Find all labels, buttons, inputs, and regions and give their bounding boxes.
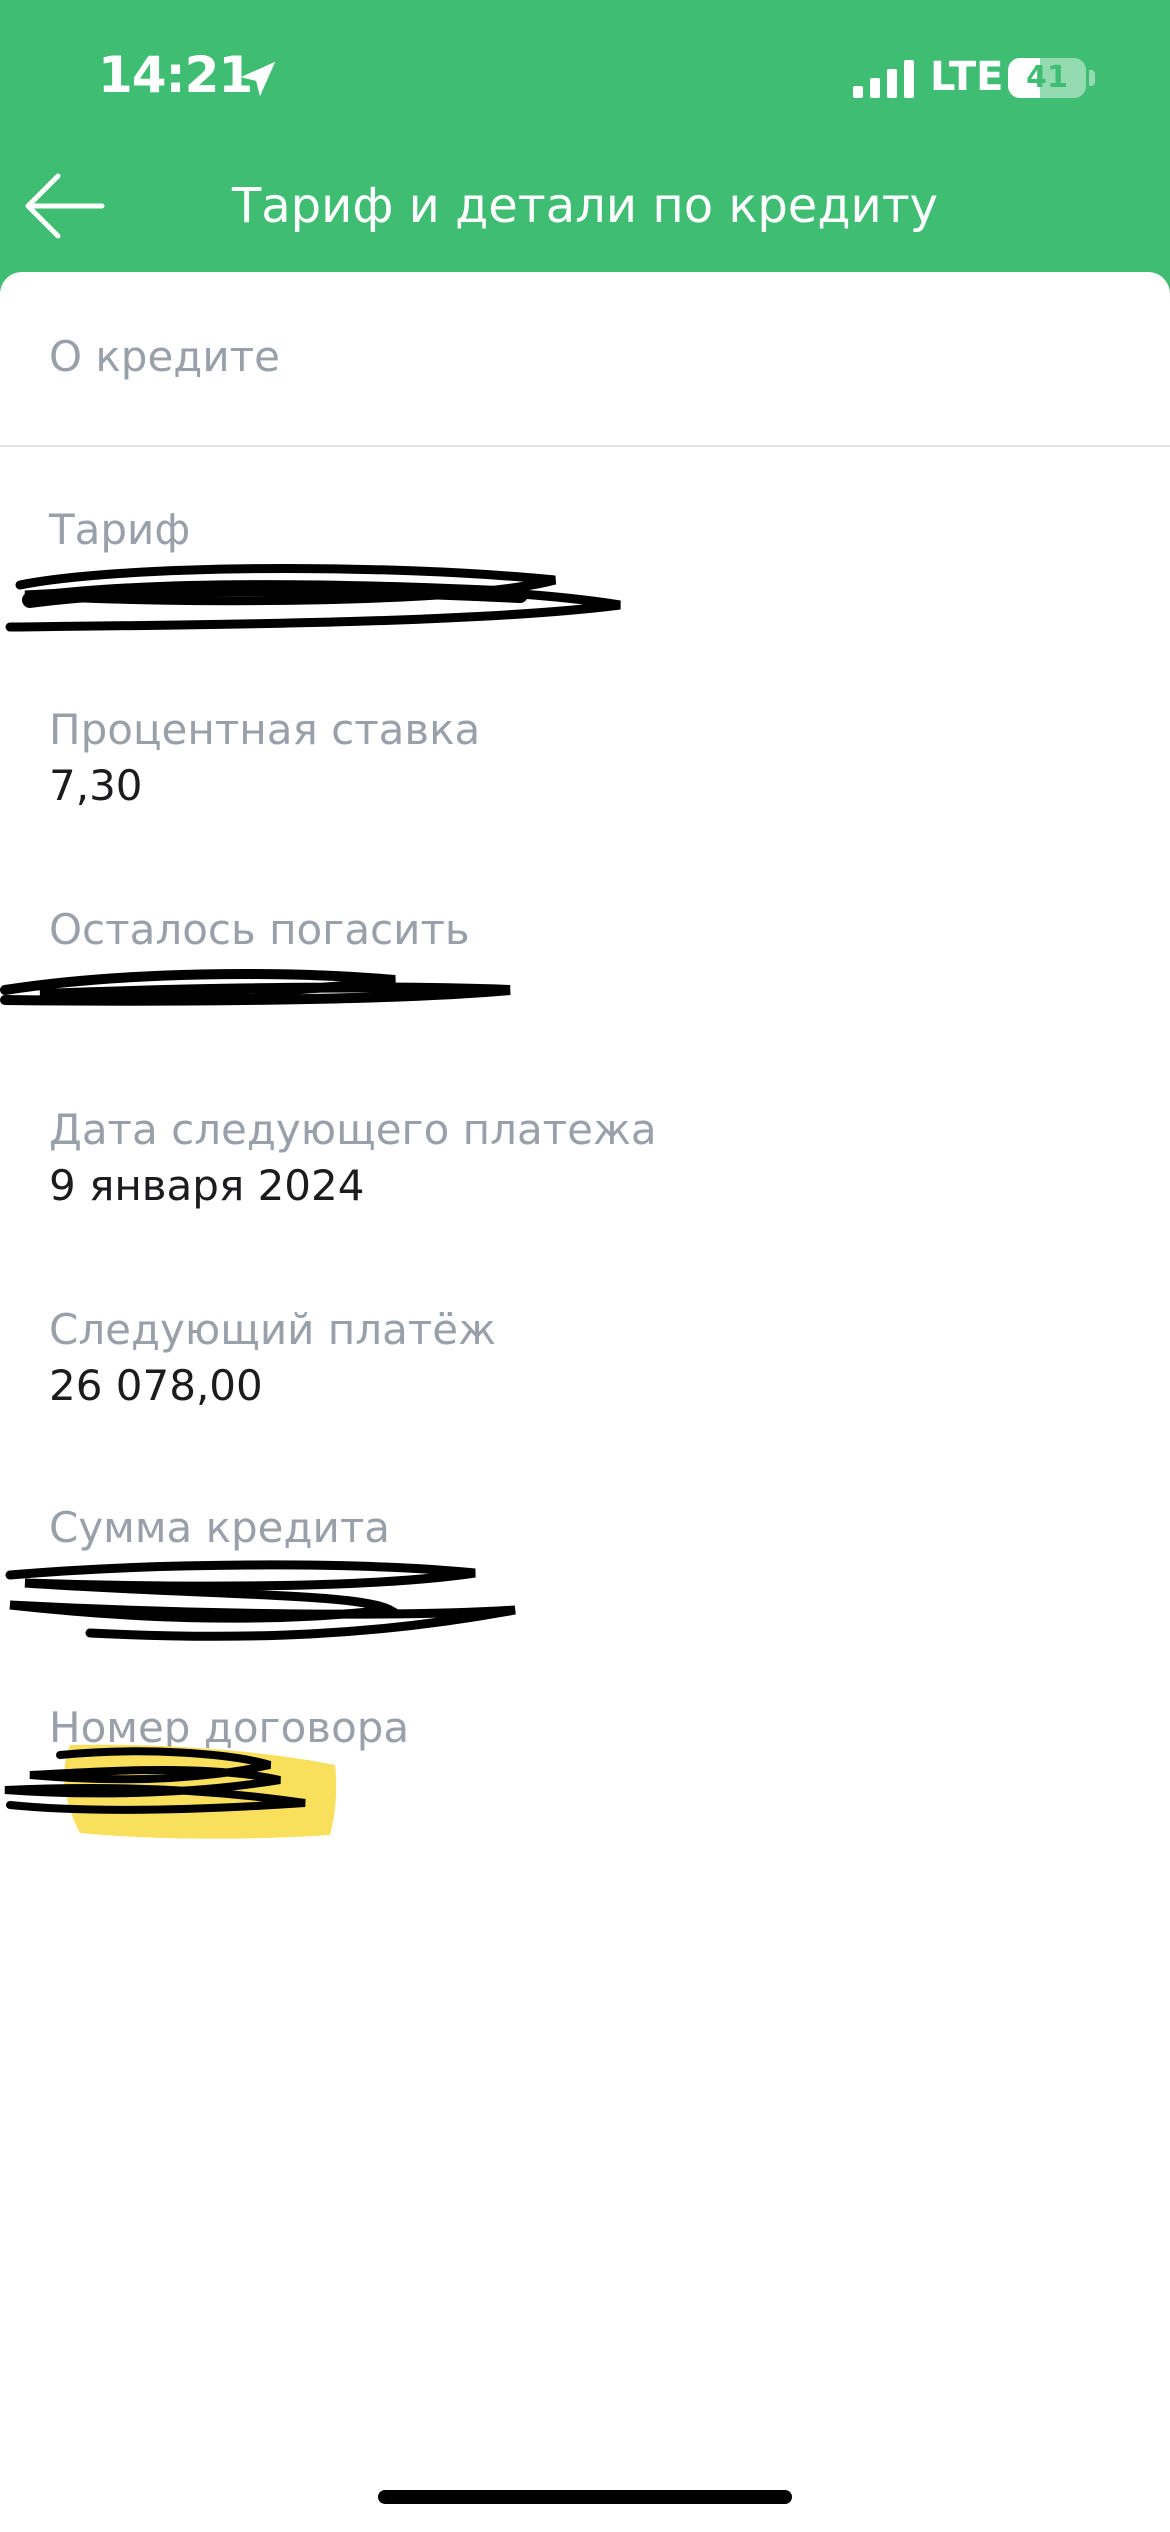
field-next-payment-date: Дата следующего платежа 9 января 2024 — [49, 1102, 1129, 1214]
field-label: Следующий платёж — [49, 1305, 496, 1354]
field-label: Номер договора — [49, 1703, 410, 1752]
signal-bars-icon — [853, 60, 914, 98]
home-indicator — [378, 2490, 792, 2504]
field-label: Тариф — [49, 505, 191, 554]
battery-icon: 41 — [1008, 58, 1086, 98]
divider — [0, 445, 1170, 447]
battery-percent: 41 — [1026, 60, 1068, 95]
field-value — [49, 958, 1129, 1014]
status-time: 14:21 — [98, 46, 253, 104]
field-label: Дата следующего платежа — [49, 1105, 657, 1154]
section-header: О кредите — [49, 332, 280, 381]
field-value: 9 января 2024 — [49, 1161, 365, 1210]
page-title: Тариф и детали по кредиту — [231, 178, 939, 234]
field-value: 26 078,00 — [49, 1361, 263, 1410]
field-tariff: Тариф — [49, 502, 1129, 614]
content-sheet: О кредите Тариф Процентная ставка 7,30 О… — [0, 272, 1170, 2532]
network-type: LTE — [930, 54, 1004, 100]
field-contract-number: Номер договора — [49, 1700, 1129, 1812]
field-loan-amount: Сумма кредита — [49, 1500, 1129, 1612]
field-label: Процентная ставка — [49, 705, 481, 754]
field-label: Сумма кредита — [49, 1503, 391, 1552]
field-value: 7,30 — [49, 761, 143, 810]
field-next-payment: Следующий платёж 26 078,00 — [49, 1302, 1129, 1414]
field-value — [49, 558, 1129, 614]
field-remaining: Осталось погасить — [49, 902, 1129, 1014]
field-interest-rate: Процентная ставка 7,30 — [49, 702, 1129, 814]
location-arrow-icon — [240, 61, 276, 97]
field-value — [49, 1556, 1129, 1612]
field-label: Осталось погасить — [49, 905, 470, 954]
battery-tip — [1089, 70, 1095, 86]
field-value — [49, 1756, 1129, 1812]
status-bar: 14:21 LTE 41 — [0, 0, 1170, 150]
